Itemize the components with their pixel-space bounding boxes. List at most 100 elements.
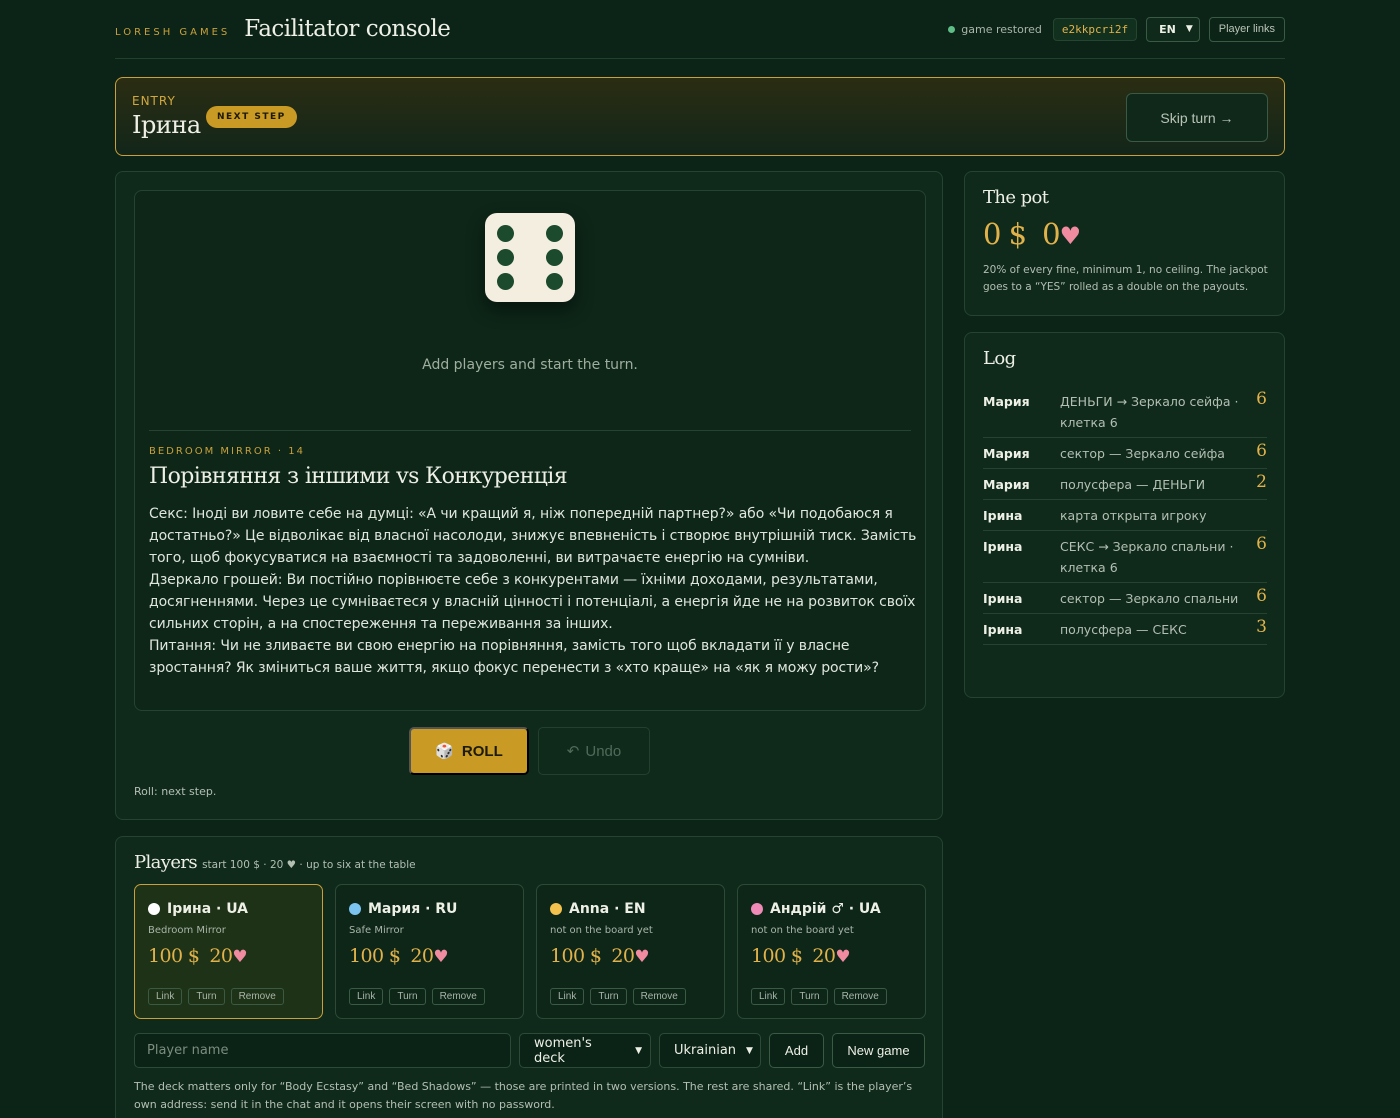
player-color-dot-icon xyxy=(751,903,763,915)
pot-panel: The pot 0 $ 0♥ 20% of every fine, minimu… xyxy=(964,171,1285,316)
players-header: Players start 100 $ · 20 ♥ · up to six a… xyxy=(134,852,416,873)
player-name-input[interactable] xyxy=(134,1033,511,1068)
player-money: 100 $ xyxy=(550,945,602,967)
player-remove-button[interactable]: Remove xyxy=(632,988,686,1005)
die-pip xyxy=(546,273,563,290)
player-balance: 100 $ 20♥ xyxy=(550,945,650,967)
deck-select[interactable]: women's deck ▼ xyxy=(519,1033,651,1068)
player-hearts-value: 20 xyxy=(812,945,836,967)
log-list: Мария ДЕНЬГИ → Зеркало сейфа · клетка 6 … xyxy=(983,386,1267,645)
player-name-text: Андрій ♂ · UA xyxy=(770,901,881,917)
player-link-button[interactable]: Link xyxy=(349,988,384,1005)
die-pip xyxy=(546,249,563,266)
roll-button[interactable]: 🎲 ROLL xyxy=(409,727,529,775)
undo-button[interactable]: ↶ Undo xyxy=(538,727,650,775)
player-balance: 100 $ 20♥ xyxy=(751,945,851,967)
player-card[interactable]: Ірина · UA Bedroom Mirror 100 $ 20♥ Link… xyxy=(134,884,323,1019)
player-name-text: Anna · EN xyxy=(569,901,646,917)
pot-money: 0 $ xyxy=(983,217,1027,251)
log-player: Мария xyxy=(983,477,1030,492)
die-six-icon xyxy=(485,213,575,302)
player-hearts-value: 20 xyxy=(209,945,233,967)
next-step-badge: NEXT STEP xyxy=(206,106,297,128)
log-event: ДЕНЬГИ → Зеркало сейфа · клетка 6 xyxy=(1060,394,1239,430)
player-link-button[interactable]: Link xyxy=(148,988,183,1005)
card-title: Порівняння з іншими vs Конкуренція xyxy=(149,464,568,489)
player-list: Ірина · UA Bedroom Mirror 100 $ 20♥ Link… xyxy=(134,884,926,1019)
log-row: Мария полусфера — ДЕНЬГИ 2 xyxy=(983,469,1267,500)
pot-hearts-value: 0 xyxy=(1042,217,1060,251)
log-roll: 6 xyxy=(1256,534,1267,554)
player-name: Мария · RU xyxy=(349,901,457,917)
skip-turn-button[interactable]: Skip turn → xyxy=(1126,93,1268,142)
add-player-form: women's deck ▼ Ukrainian ▼ Add New game xyxy=(134,1033,925,1068)
player-remove-button[interactable]: Remove xyxy=(431,988,485,1005)
player-hearts: 20♥ xyxy=(611,945,649,967)
player-remove-button[interactable]: Remove xyxy=(833,988,887,1005)
player-card[interactable]: Anna · EN not on the board yet 100 $ 20♥… xyxy=(536,884,725,1019)
game-status: game restored xyxy=(948,23,1042,36)
add-player-button[interactable]: Add xyxy=(769,1033,824,1068)
card-display: Add players and start the turn. BEDROOM … xyxy=(134,190,926,711)
player-turn-button[interactable]: Turn xyxy=(188,988,225,1005)
status-dot-icon xyxy=(948,25,956,33)
player-color-dot-icon xyxy=(550,903,562,915)
log-roll: 2 xyxy=(1256,472,1267,492)
player-turn-button[interactable]: Turn xyxy=(590,988,627,1005)
player-actions: Link Turn Remove xyxy=(349,988,485,1005)
player-actions: Link Turn Remove xyxy=(550,988,686,1005)
log-event: полусфера — СЕКС xyxy=(1060,622,1187,637)
log-row: Мария сектор — Зеркало сейфа 6 xyxy=(983,438,1267,469)
board-panel: Add players and start the turn. BEDROOM … xyxy=(115,171,943,820)
player-turn-button[interactable]: Turn xyxy=(791,988,828,1005)
language-select[interactable]: EN ▼ xyxy=(1146,16,1200,42)
game-status-text: game restored xyxy=(961,22,1042,36)
player-color-dot-icon xyxy=(148,903,160,915)
log-row: Ірина полусфера — СЕКС 3 xyxy=(983,614,1267,645)
player-card[interactable]: Андрій ♂ · UA not on the board yet 100 $… xyxy=(737,884,926,1019)
player-location: Bedroom Mirror xyxy=(148,925,226,936)
current-player-name: Ірина xyxy=(132,111,201,139)
player-links-button[interactable]: Player links xyxy=(1208,16,1285,42)
player-card[interactable]: Мария · RU Safe Mirror 100 $ 20♥ Link Tu… xyxy=(335,884,524,1019)
card-kicker: BEDROOM MIRROR · 14 xyxy=(149,446,305,457)
chevron-down-icon: ▼ xyxy=(746,1045,753,1056)
entry-banner: ENTRY Ірина NEXT STEP Skip turn → xyxy=(115,77,1285,156)
log-event: сектор — Зеркало сейфа xyxy=(1060,446,1225,461)
pot-hearts: 0♥ xyxy=(1042,217,1081,251)
player-language-select[interactable]: Ukrainian ▼ xyxy=(659,1033,761,1068)
player-link-button[interactable]: Link xyxy=(751,988,786,1005)
log-roll: 6 xyxy=(1256,441,1267,461)
heart-icon: ♥ xyxy=(634,947,650,967)
card-paragraph: Дзеркало грошей: Ви постійно порівнюєте … xyxy=(149,572,916,632)
log-player: Мария xyxy=(983,394,1030,409)
new-game-button[interactable]: New game xyxy=(832,1033,925,1068)
pot-values: 0 $ 0♥ xyxy=(983,217,1081,251)
log-player: Мария xyxy=(983,446,1030,461)
player-money: 100 $ xyxy=(751,945,803,967)
game-code[interactable]: e2kkpcri2f xyxy=(1052,17,1138,41)
header-controls: game restored e2kkpcri2f EN ▼ Player lin… xyxy=(948,16,1285,42)
player-name: Anna · EN xyxy=(550,901,646,917)
player-location: not on the board yet xyxy=(550,925,653,936)
players-title: Players xyxy=(134,852,198,873)
divider xyxy=(149,430,911,431)
die-pip xyxy=(497,273,514,290)
log-event: карта открыта игроку xyxy=(1060,508,1207,523)
log-panel: Log Мария ДЕНЬГИ → Зеркало сейфа · клетк… xyxy=(964,332,1285,698)
chevron-down-icon: ▼ xyxy=(635,1045,642,1056)
player-turn-button[interactable]: Turn xyxy=(389,988,426,1005)
roll-button-label: ROLL xyxy=(461,742,503,760)
chevron-down-icon: ▼ xyxy=(1185,24,1193,34)
player-money: 100 $ xyxy=(349,945,401,967)
player-link-button[interactable]: Link xyxy=(550,988,585,1005)
player-name: Ірина · UA xyxy=(148,901,248,917)
board-hint: Add players and start the turn. xyxy=(422,357,638,373)
player-hearts-value: 20 xyxy=(410,945,434,967)
player-language-value: Ukrainian xyxy=(674,1043,737,1058)
entry-label: ENTRY xyxy=(132,94,176,108)
log-player: Ірина xyxy=(983,591,1023,606)
page-title: Facilitator console xyxy=(244,16,451,42)
pot-note: 20% of every fine, minimum 1, no ceiling… xyxy=(983,264,1268,293)
player-remove-button[interactable]: Remove xyxy=(230,988,284,1005)
